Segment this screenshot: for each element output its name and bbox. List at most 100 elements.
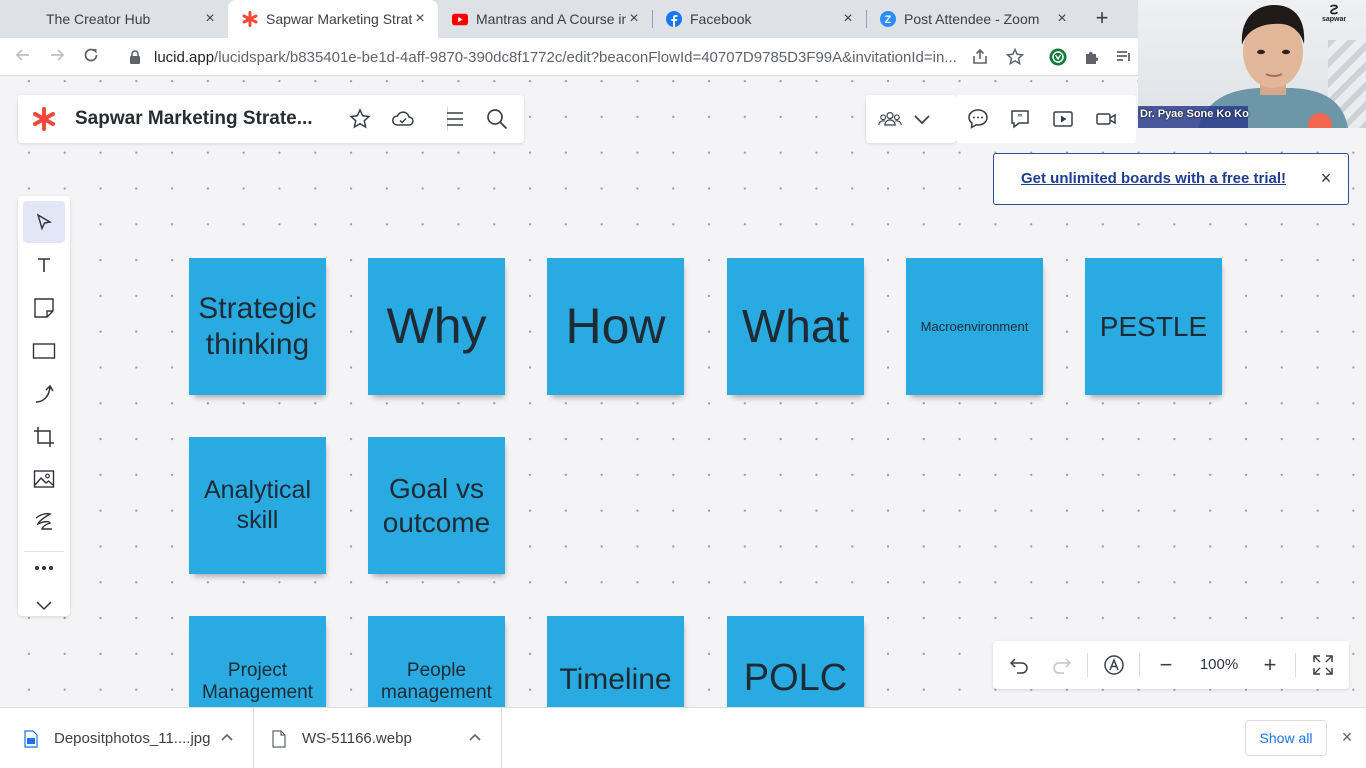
sticky-note[interactable]: Goal vs outcome [368,437,505,574]
text-tool-icon[interactable] [23,244,65,286]
tab-close-icon[interactable]: × [202,11,218,27]
sticky-note-text: How [565,298,666,354]
comments-icon[interactable] [966,107,990,131]
more-tools-icon[interactable] [23,547,65,589]
new-tab-button[interactable]: + [1090,7,1114,31]
url-input[interactable]: lucid.app/lucidspark/b835401e-be1d-4aff-… [116,42,1006,72]
svg-text:Z: Z [885,14,892,26]
bookmark-star-icon[interactable] [1005,47,1025,67]
tab-label: Sapwar Marketing Strateg [266,11,412,27]
sticky-note[interactable]: Project Management [189,616,326,707]
sticky-note-text: What [741,300,850,353]
lucid-logo-icon[interactable] [32,107,56,131]
chevron-up-icon[interactable] [220,730,236,746]
image-file-icon [24,729,38,748]
tab-close-icon[interactable]: × [626,11,642,27]
lock-icon[interactable] [128,50,142,64]
fullscreen-icon[interactable] [1311,653,1335,677]
sticky-note-text: Macroenvironment [920,318,1029,334]
share-icon[interactable] [970,47,990,67]
tab-facebook[interactable]: Facebook × [652,0,866,38]
collaborators-menu[interactable] [866,95,956,143]
whiteboard-canvas[interactable]: Sapwar Marketing Strate... " Get unlimit… [0,77,1366,707]
url-text: lucid.app/lucidspark/b835401e-be1d-4aff-… [154,49,957,66]
present-play-icon[interactable] [1051,107,1075,131]
chevron-down-icon[interactable] [23,591,65,619]
undo-icon[interactable] [1007,653,1031,677]
sticky-note-text: Why [386,298,487,354]
menu-hamburger-icon[interactable] [443,107,467,131]
zoom-level[interactable]: 100% [1189,656,1249,673]
chevron-down-icon[interactable] [910,107,934,131]
back-arrow-icon[interactable] [12,46,34,68]
youtube-icon [452,11,468,27]
download-item[interactable]: Depositphotos_11....jpg [24,708,244,768]
tools-panel [18,196,70,616]
sticky-note[interactable]: Analytical skill [189,437,326,574]
select-pointer-icon[interactable] [23,201,65,243]
tab-youtube[interactable]: Mantras and A Course in × [438,0,652,38]
tab-close-icon[interactable]: × [1054,11,1070,27]
lucid-asterisk-icon [242,11,258,27]
accessibility-icon[interactable] [1102,653,1126,677]
sticky-note[interactable]: Strategic thinking [189,258,326,395]
zoom-controls: − 100% + [993,641,1349,689]
sticky-note[interactable]: POLC [727,616,864,707]
quote-feedback-icon[interactable]: " [1008,107,1032,131]
document-title[interactable]: Sapwar Marketing Strate... [75,108,313,130]
zoom-in-button[interactable]: + [1258,652,1282,677]
tab-sapwar-marketing[interactable]: Sapwar Marketing Strateg × [228,0,438,38]
connector-line-icon[interactable] [23,373,65,415]
tab-close-icon[interactable]: × [412,11,428,27]
close-icon[interactable]: × [1316,168,1336,188]
sticky-note[interactable]: How [547,258,684,395]
sticky-note[interactable]: Timeline [547,616,684,707]
sticky-note-text: Goal vs outcome [382,473,491,538]
search-icon[interactable] [485,107,509,131]
divider [1295,653,1296,677]
sapwar-mark-icon [1330,4,1338,15]
extensions-puzzle-icon[interactable] [1082,47,1102,67]
image-upload-icon[interactable] [23,458,65,500]
board-actions: " [956,95,1136,143]
free-trial-banner: Get unlimited boards with a free trial! … [993,153,1349,205]
zoom-out-button[interactable]: − [1154,652,1178,677]
participant-name: Dr. Pyae Sone Ko Ko [1140,108,1249,120]
media-queue-icon[interactable] [1114,47,1134,67]
sticky-note-text: Strategic thinking [198,292,317,361]
sticky-note[interactable]: People management [368,616,505,707]
video-participant-tile[interactable]: sapwar Dr. Pyae Sone Ko Ko [1138,0,1366,128]
redo-icon[interactable] [1050,653,1074,677]
tab-zoom[interactable]: Z Post Attendee - Zoom × [866,0,1080,38]
tab-creator-hub[interactable]: The Creator Hub × [32,0,228,38]
frame-crop-icon[interactable] [23,416,65,458]
collaborators-icon[interactable] [878,107,902,131]
sticky-note[interactable]: PESTLE [1085,258,1222,395]
reload-icon[interactable] [80,46,102,68]
url-domain: lucid.app [154,48,215,66]
file-icon [272,729,286,748]
sticky-note-icon[interactable] [23,287,65,329]
close-downloads-icon[interactable]: × [1338,728,1356,746]
sticky-note-text: Analytical skill [204,476,311,534]
chevron-up-icon[interactable] [468,730,484,746]
shape-rectangle-icon[interactable] [23,330,65,372]
freehand-draw-icon[interactable] [23,500,65,542]
sticky-note[interactable]: Macroenvironment [906,258,1043,395]
cloud-saved-icon[interactable] [391,107,415,131]
download-item[interactable]: WS-51166.webp [272,708,492,768]
sticky-note-text: POLC [743,657,848,699]
sticky-note-text: Timeline [559,663,672,696]
video-camera-icon[interactable] [1094,107,1118,131]
free-trial-link[interactable]: Get unlimited boards with a free trial! [1021,170,1286,187]
download-filename: WS-51166.webp [302,730,412,747]
sticky-note[interactable]: What [727,258,864,395]
favorite-star-icon[interactable] [348,107,372,131]
extension-green-icon[interactable] [1048,47,1068,67]
show-all-button[interactable]: Show all [1245,720,1327,756]
downloads-bar: Depositphotos_11....jpg WS-51166.webp Sh… [0,707,1366,768]
tab-close-icon[interactable]: × [840,11,856,27]
sticky-note[interactable]: Why [368,258,505,395]
divider [1139,653,1140,677]
forward-arrow-icon[interactable] [46,46,68,68]
